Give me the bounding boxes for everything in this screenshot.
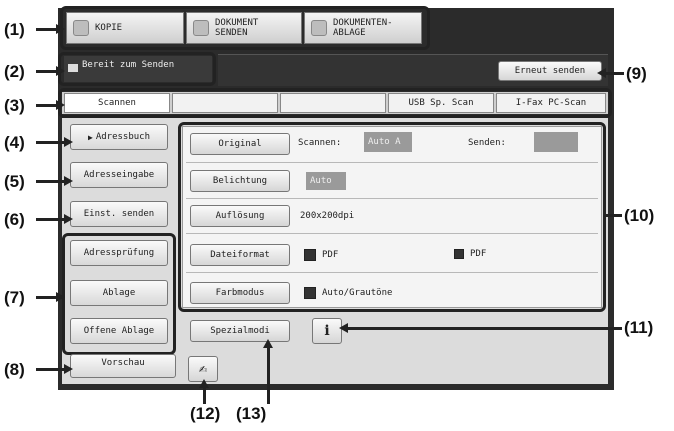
exposure-button[interactable]: Belichtung [190,170,290,192]
quick-file-label: Offene Ablage [83,326,155,336]
color-mode-icon [304,287,316,299]
hand-pointer-icon: ✍ [198,361,208,377]
callout-1: (1) [4,20,25,39]
format-value-2: PDF [470,249,487,259]
send-label: Senden: [468,138,506,148]
address-review-button[interactable]: Adressprüfung [70,240,168,266]
address-entry-button[interactable]: Adresseingabe [70,162,168,188]
preview-label: Vorschau [101,358,145,368]
leader-5 [36,176,73,186]
tab-ifax-pc-scan[interactable]: I-Fax PC-Scan [496,93,606,113]
callout-3: (3) [4,96,25,115]
status-bar: Bereit zum Senden [64,56,212,82]
leader-2 [36,66,65,76]
send-settings-button[interactable]: Einst. senden [70,201,168,227]
tab-empty-2[interactable] [280,93,386,113]
filing-mode-label: DOKUMENTEN- ABLAGE [333,18,393,38]
color-mode-button[interactable]: Farbmodus [190,282,290,304]
send-mode-button[interactable]: DOKUMENT SENDEN [186,12,302,44]
format-value-send: PDF [454,249,486,259]
tab-ifax-label: I-Fax PC-Scan [515,98,587,108]
format-value-1: PDF [322,250,339,260]
callout-4: (4) [4,133,25,152]
callout-8: (8) [4,360,25,379]
file-format-button[interactable]: Dateiformat [190,244,290,266]
info-icon: i [324,323,330,339]
filing-icon [311,20,327,36]
send-icon [193,20,209,36]
original-button[interactable]: Original [190,133,290,155]
color-mode-label: Farbmodus [215,288,265,298]
info-button[interactable]: i [312,318,342,344]
callout-12: (12) [190,404,221,423]
callout-2: (2) [4,62,25,81]
tab-scannen[interactable]: Scannen [64,93,170,113]
color-mode-text: Auto/Grautöne [322,288,393,298]
resend-button[interactable]: Erneut senden [498,61,602,81]
callout-11: (11) [624,318,654,337]
leader-3 [36,100,65,110]
special-modes-button[interactable]: Spezialmodi [190,320,290,342]
scan-value: Auto A [364,132,412,152]
address-entry-label: Adresseingabe [83,170,155,180]
filing-label: Ablage [102,288,136,298]
row-separator [186,272,598,273]
callout-10: (10) [624,206,655,225]
color-file-icon [304,249,316,261]
leader-1 [36,24,65,34]
copy-mode-button[interactable]: KOPIE [66,12,184,44]
special-modes-label: Spezialmodi [210,326,270,336]
callout-5: (5) [4,172,25,191]
leader-12 [199,379,209,404]
exposure-label: Belichtung [212,176,268,186]
row-separator [186,162,598,163]
mono-file-icon [454,249,464,259]
leader-8 [36,364,73,374]
resolution-button[interactable]: Auflösung [190,205,290,227]
leader-7 [36,292,65,302]
leader-11 [339,323,622,333]
tab-empty-1[interactable] [172,93,278,113]
envelope-icon [68,64,78,72]
color-mode-value: Auto/Grautöne [304,287,392,299]
resolution-label: Auflösung [215,211,265,221]
resend-label: Erneut senden [514,66,586,76]
leader-6 [36,214,73,224]
address-book-button[interactable]: ▶ Adressbuch [70,124,168,150]
exposure-value: Auto [306,172,346,190]
leader-9 [597,68,624,78]
send-settings-label: Einst. senden [83,209,155,219]
copy-icon [73,20,89,36]
preview-button[interactable]: Vorschau [70,354,176,378]
tab-usb-scan[interactable]: USB Sp. Scan [388,93,494,113]
file-format-label: Dateiformat [210,250,270,260]
row-separator [186,233,598,234]
tab-scannen-label: Scannen [98,98,136,108]
filing-button[interactable]: Ablage [70,280,168,306]
address-review-label: Adressprüfung [83,248,155,258]
callout-13: (13) [236,404,267,423]
callout-9: (9) [626,64,647,83]
send-value-box [534,132,578,152]
callout-7: (7) [4,288,25,307]
leader-4 [36,137,73,147]
address-book-label: Adressbuch [95,132,150,142]
copy-mode-label: KOPIE [95,23,123,33]
quick-file-button[interactable]: Offene Ablage [70,318,168,344]
resolution-value: 200x200dpi [300,211,355,221]
callout-6: (6) [4,210,25,229]
arrow-right-icon: ▶ [87,132,93,142]
tab-usb-label: USB Sp. Scan [408,98,474,108]
format-value-scan: PDF [304,249,338,261]
filing-mode-button[interactable]: DOKUMENTEN- ABLAGE [304,12,422,44]
row-separator [186,198,598,199]
scan-label: Scannen: [298,138,342,148]
leader-13 [263,339,273,404]
status-text: Bereit zum Senden [82,60,175,70]
send-mode-label: DOKUMENT SENDEN [215,18,259,38]
leader-10 [606,214,622,217]
original-label: Original [218,139,262,149]
